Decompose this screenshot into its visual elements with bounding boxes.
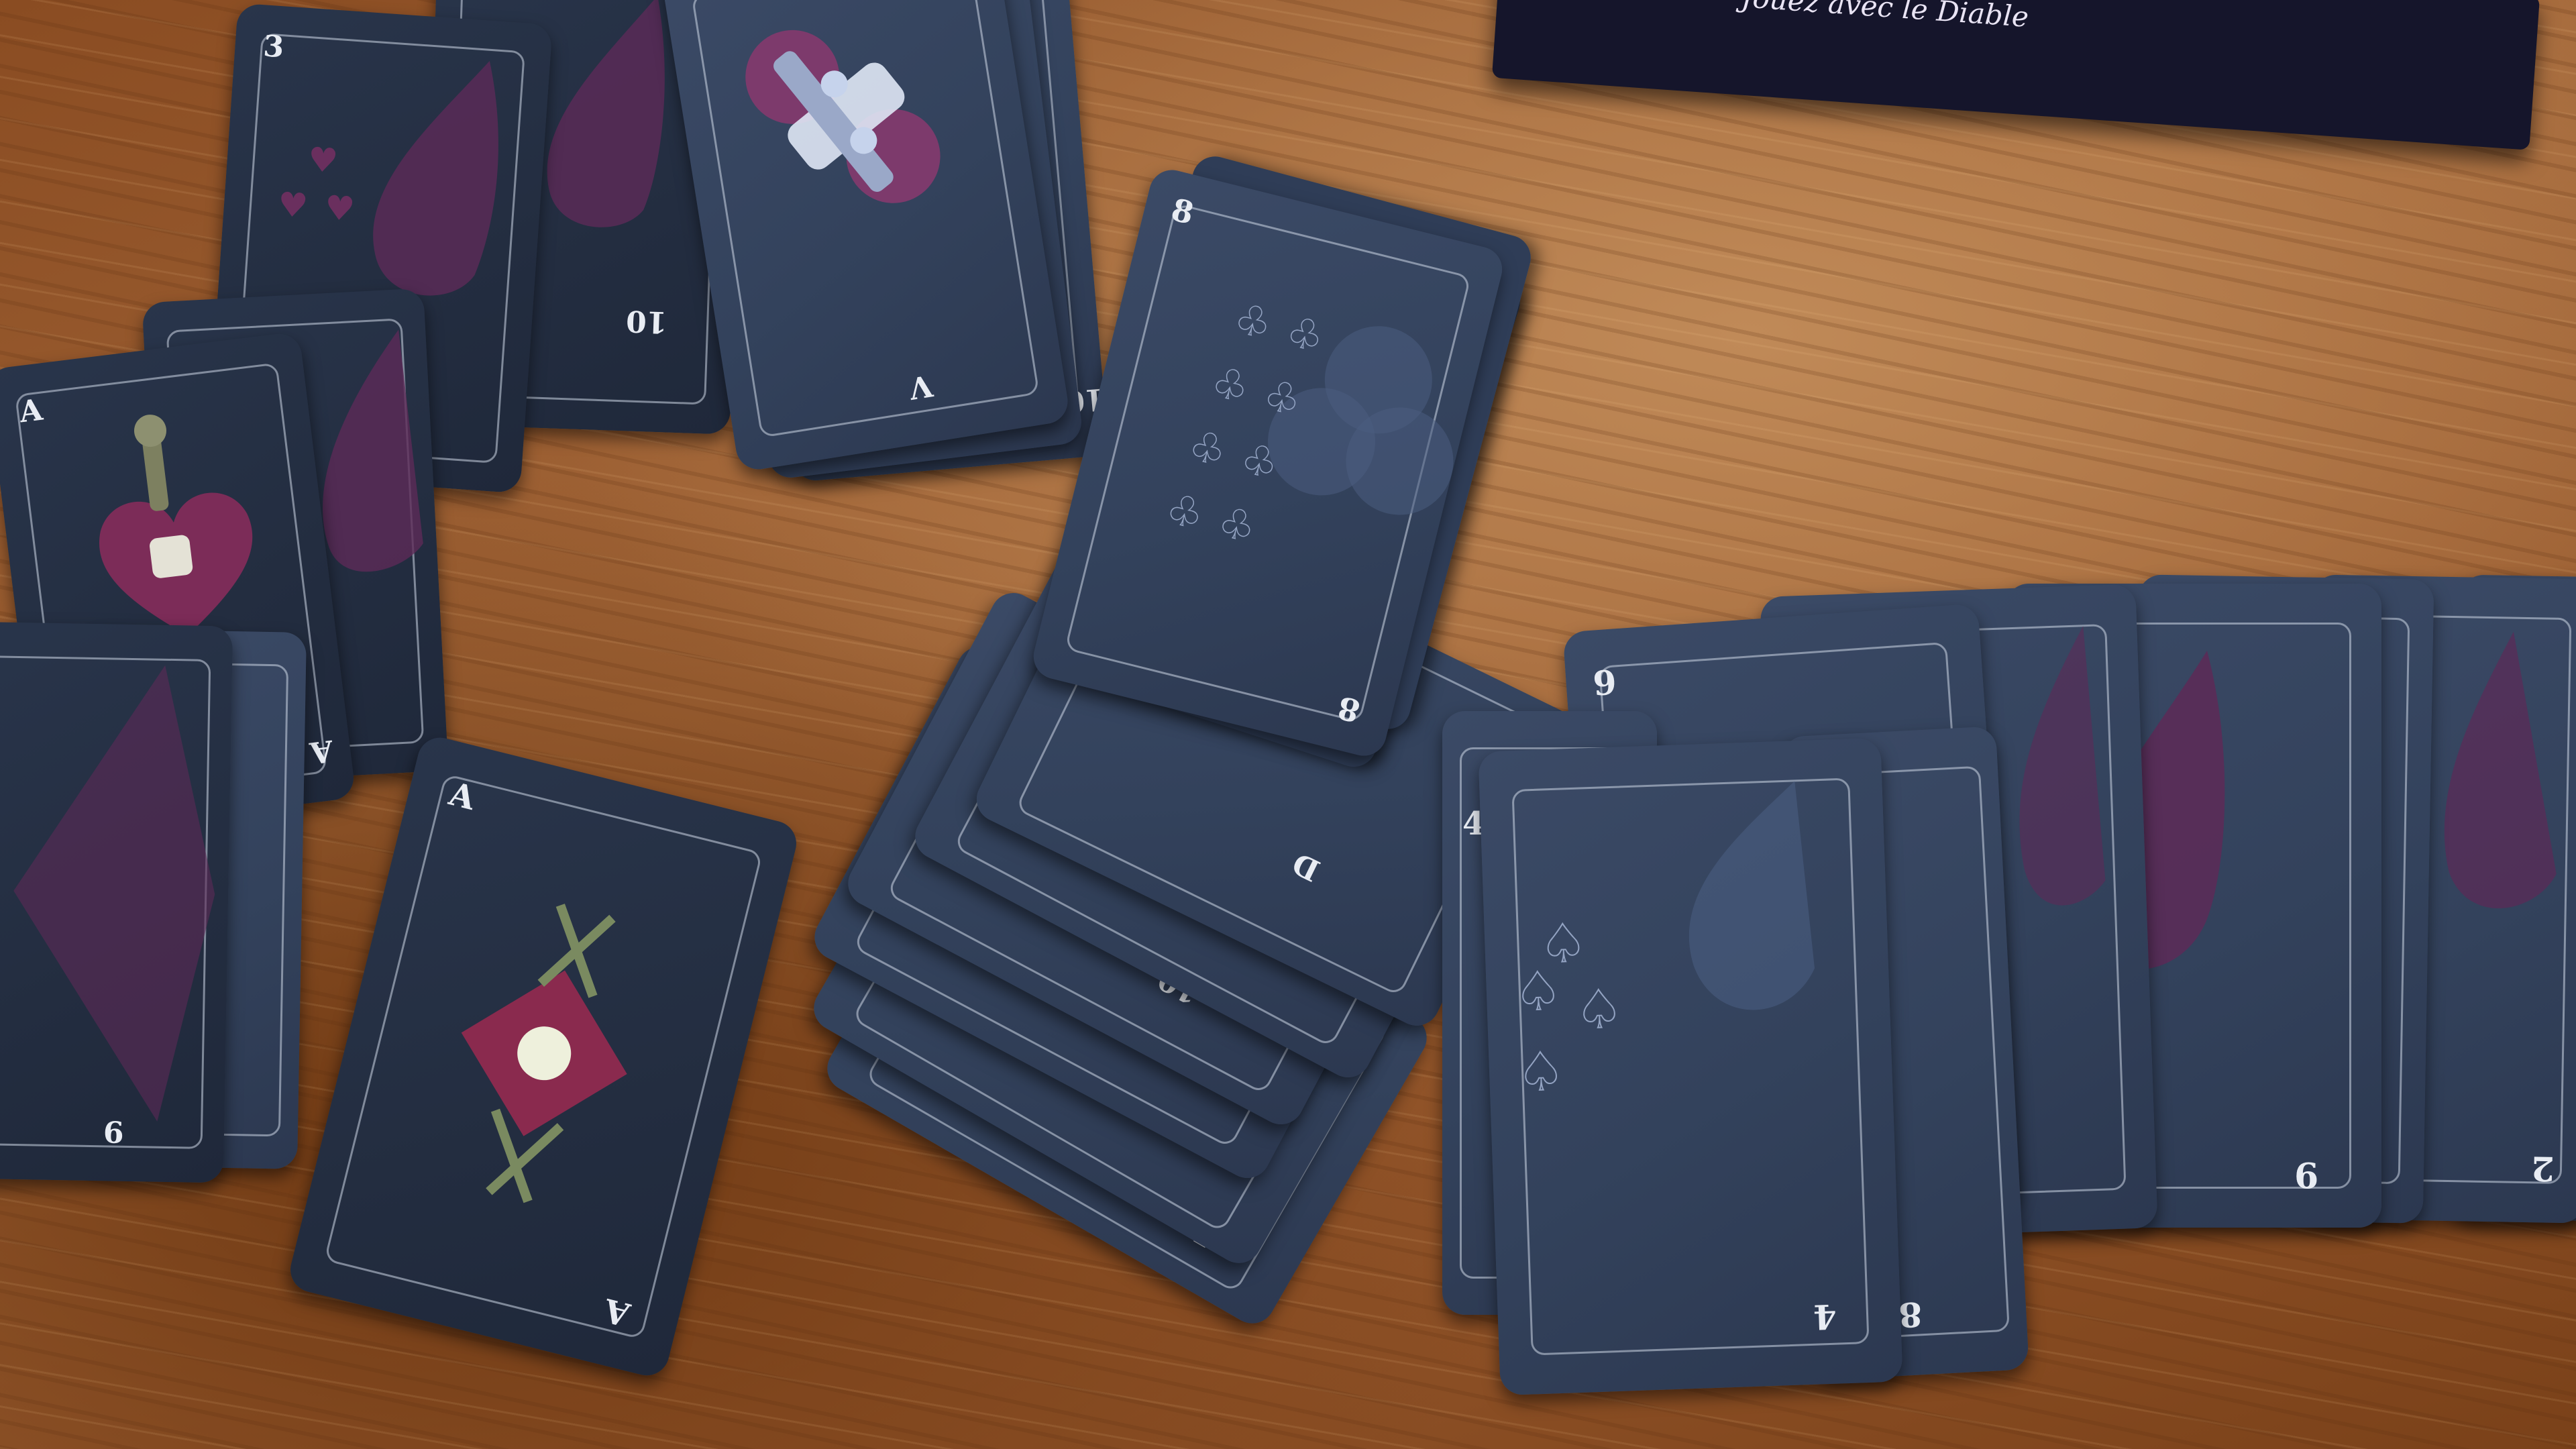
spade-pip-icon: ♤: [1512, 959, 1564, 1025]
compass-square-emblem-icon: [461, 904, 627, 1203]
card-index-bottom: 4: [1813, 1296, 1837, 1337]
spade-pip-icon: ♤: [1515, 1039, 1567, 1106]
card-index-bottom: 2: [2530, 1148, 2555, 1189]
card-index-bottom: 10: [625, 303, 668, 339]
card-ace-diamonds[interactable]: A A: [285, 733, 802, 1381]
heart-pip-icon: ♥: [323, 188, 356, 229]
heart-pip-icon: ♥: [306, 140, 339, 181]
card-index-top: 9: [1591, 662, 1618, 704]
diamond-watermark-icon: [13, 665, 215, 1122]
card-index-bottom: 9: [2294, 1154, 2319, 1195]
heart-pip-icon: ♥: [276, 184, 309, 226]
spade-pip-icon: ♤: [1573, 977, 1625, 1042]
card-nine-left[interactable]: 9: [0, 621, 233, 1183]
card-index-bottom: 9: [103, 1114, 125, 1148]
card-index-top: 3: [262, 29, 285, 65]
card-spades-4[interactable]: ♤ ♤ ♤ ♤ 4: [1478, 737, 1903, 1396]
tabletop-photo: Jouez avec le Diable 10 3 ♥ ♥ ♥ 10 2: [0, 0, 2576, 1449]
card-index-bottom: A: [308, 733, 335, 770]
card-index-bottom: 8: [1897, 1294, 1923, 1335]
